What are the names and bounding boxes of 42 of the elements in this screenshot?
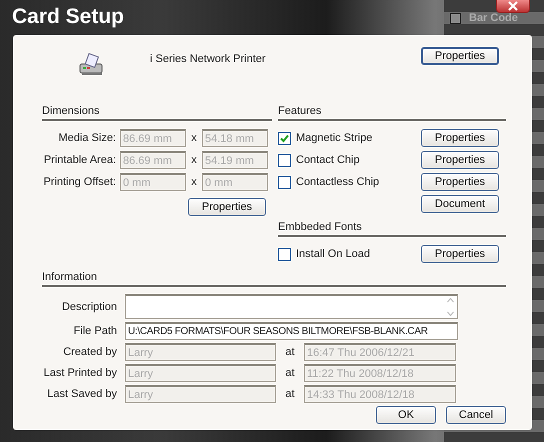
properties-button[interactable]: Properties <box>421 245 499 263</box>
section-heading: Features <box>278 105 322 119</box>
close-icon <box>507 1 519 11</box>
printer-name: i Series Network Printer <box>150 53 267 65</box>
checkbox[interactable] <box>278 248 291 260</box>
file-path-field[interactable]: U:\CARD5 FORMATS\FOUR SEASONS BILTMORE\FSB-BLANK.CAR <box>125 322 458 340</box>
section-heading: Information <box>42 271 98 285</box>
checkbox-label: Magnetic Stripe <box>296 132 374 144</box>
section-heading: Embbeded Fonts <box>278 221 363 235</box>
field-label: Description <box>60 300 118 312</box>
window-title: Card Setup <box>12 5 124 29</box>
field-label: Created by <box>62 346 118 358</box>
at-label: at <box>284 367 296 379</box>
field-label: Printable Area: <box>42 154 117 166</box>
field-label: Last Saved by <box>46 388 118 400</box>
panel-item[interactable]: Bar Code <box>469 12 518 24</box>
properties-button[interactable]: Properties <box>421 151 499 169</box>
at-label: at <box>284 346 296 358</box>
field-label: Last Printed by <box>42 367 118 379</box>
dialog-button[interactable]: OK <box>376 406 436 424</box>
checkbox-icon <box>450 12 461 24</box>
checkbox[interactable] <box>278 154 291 166</box>
dialog-button[interactable]: Cancel <box>446 406 506 424</box>
checkbox-label: Install On Load <box>296 248 371 260</box>
times-sign: x <box>190 154 198 166</box>
properties-button[interactable]: Properties <box>421 47 499 65</box>
checkbox-label: Contactless Chip <box>296 176 380 188</box>
field-label: Printing Offset: <box>42 176 117 188</box>
document-button[interactable]: Document <box>421 195 499 213</box>
at-label: at <box>284 388 296 400</box>
times-sign: x <box>190 132 198 144</box>
checkbox-label: Contact Chip <box>296 154 361 166</box>
properties-button[interactable]: Properties <box>188 198 266 216</box>
properties-button[interactable]: Properties <box>421 129 499 147</box>
close-button[interactable] <box>496 0 530 13</box>
times-sign: x <box>190 176 198 188</box>
section-heading: Dimensions <box>42 105 100 119</box>
checkbox[interactable] <box>278 132 291 144</box>
field-label: Media Size: <box>58 132 117 144</box>
checkbox[interactable] <box>278 176 291 188</box>
field-label: File Path <box>72 325 118 337</box>
properties-button[interactable]: Properties <box>421 173 499 191</box>
